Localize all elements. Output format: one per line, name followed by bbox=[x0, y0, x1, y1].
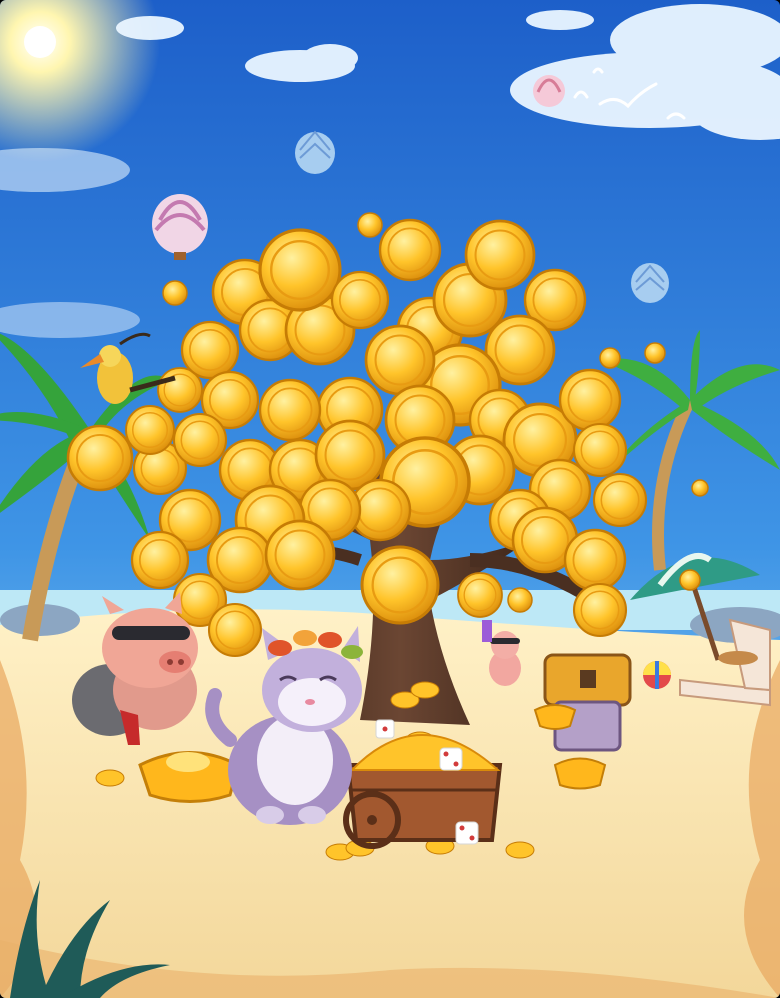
gold-coin-icon bbox=[95, 769, 125, 787]
gold-coin-icon bbox=[507, 587, 533, 613]
gold-coin-icon bbox=[599, 347, 621, 369]
game-scene bbox=[0, 0, 780, 998]
gold-coin-icon bbox=[644, 342, 666, 364]
gold-coin-icon bbox=[505, 841, 535, 859]
gold-coin-icon bbox=[410, 681, 440, 699]
beach-ball-icon bbox=[643, 661, 671, 689]
gold-coin-icon bbox=[162, 280, 188, 306]
treasure-chest-icon bbox=[543, 653, 632, 752]
gold-coin-icon bbox=[691, 479, 709, 497]
gold-coin-icon bbox=[679, 569, 701, 591]
gold-coin-icon bbox=[357, 212, 383, 238]
